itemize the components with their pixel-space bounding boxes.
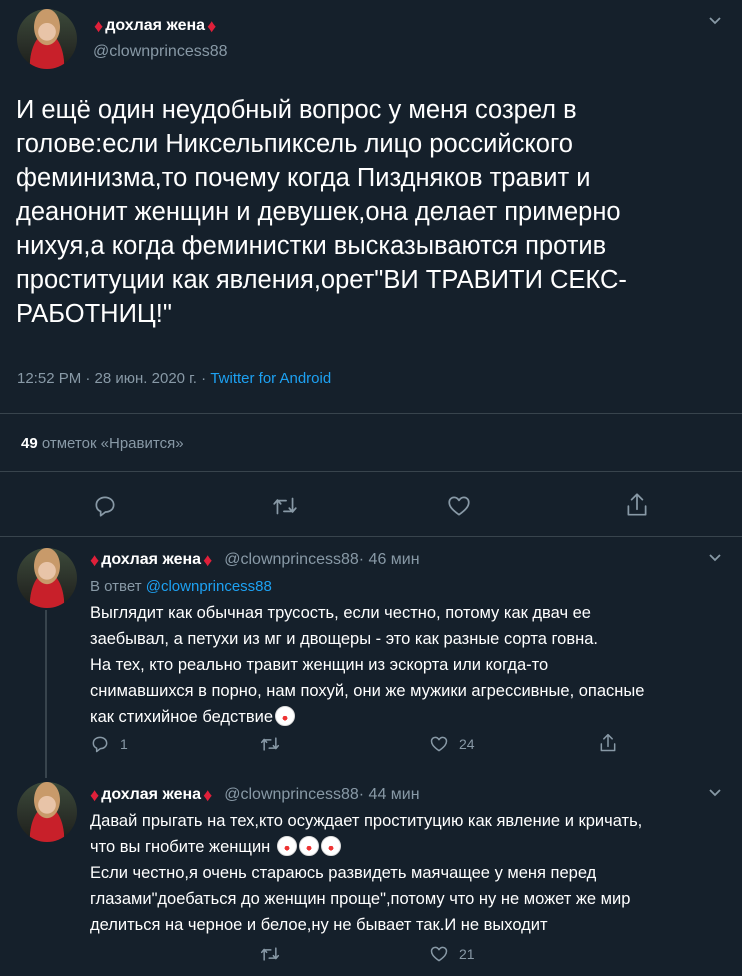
diamond-icon: ♦ [203, 550, 213, 570]
chevron-down-icon[interactable] [708, 786, 722, 803]
like-button[interactable] [446, 493, 472, 519]
retweet-icon [260, 737, 280, 751]
reply-count: 1 [120, 736, 128, 752]
share-icon [627, 493, 647, 516]
heart-icon [430, 946, 448, 962]
like-button[interactable]: 24 [429, 734, 475, 754]
reply-text: Давай прыгать на тех,кто осуждает прости… [90, 808, 730, 938]
diamond-icon: ♦ [90, 550, 100, 570]
retweet-button[interactable] [259, 734, 281, 754]
in-reply-label: В ответ [90, 578, 146, 595]
diamond-icon: ♦ [207, 16, 217, 36]
diamond-icon: ♦ [203, 785, 213, 805]
thread-line [45, 610, 47, 778]
author-name[interactable]: ♦ дохлая жена ♦ [94, 17, 216, 35]
reply-author[interactable]: ♦ дохлая жена ♦ @clownprincess88 · 46 ми… [90, 551, 420, 569]
author-handle: @clownprincess88 [224, 786, 359, 803]
chevron-down-icon[interactable] [708, 14, 722, 31]
tweet-text: И ещё один неудобный вопрос у меня созре… [16, 96, 627, 328]
avatar[interactable] [17, 782, 77, 842]
display-name: дохлая жена [101, 786, 202, 803]
tweet-meta: 12:52 PM · 28 июн. 2020 г. · Twitter for… [17, 370, 331, 387]
reply-time: · 46 мин [358, 551, 420, 568]
heart-icon [448, 496, 470, 516]
likes-summary[interactable]: 49 отметок «Нравится» [21, 435, 184, 452]
reply-button[interactable]: 1 [90, 734, 128, 754]
reply-text-content: Выглядит как обычная трусость, если чест… [90, 604, 645, 726]
reply-text-content: Давай прыгать на тех,кто осуждает прости… [90, 812, 643, 856]
reply-icon [95, 496, 115, 517]
likes-count: 49 [21, 435, 38, 452]
retweet-button[interactable] [259, 944, 281, 964]
reply-time: · 44 мин [358, 786, 420, 803]
display-name: дохлая жена [101, 551, 202, 568]
likes-label: отметок «Нравится» [37, 435, 184, 452]
divider [0, 413, 742, 414]
share-icon [600, 733, 616, 752]
in-reply-handle[interactable]: @clownprincess88 [146, 578, 272, 595]
clown-face-emoji [275, 706, 295, 726]
like-count: 21 [459, 946, 475, 962]
clown-face-emoji [276, 836, 297, 856]
retweet-icon [260, 947, 280, 961]
display-name: дохлая жена [105, 17, 206, 34]
reply-button[interactable] [92, 493, 118, 519]
clown-face-emoji [320, 836, 341, 856]
retweet-button[interactable] [271, 493, 299, 519]
diamond-icon: ♦ [94, 16, 104, 36]
tweet-time[interactable]: 12:52 PM · 28 июн. 2020 г. · [17, 370, 210, 387]
retweet-icon [273, 497, 297, 515]
reply-icon [92, 736, 108, 753]
share-button[interactable] [624, 491, 650, 519]
divider [0, 536, 742, 537]
reply-text: Выглядит как обычная трусость, если чест… [90, 600, 730, 730]
in-reply-to: В ответ @clownprincess88 [90, 578, 272, 595]
divider [0, 471, 742, 472]
tweet-source-link[interactable]: Twitter for Android [210, 370, 331, 387]
avatar[interactable] [17, 548, 77, 608]
reply-text-content: Если честно,я очень стараюсь развидеть м… [90, 864, 631, 934]
avatar[interactable] [17, 9, 77, 69]
reply-author[interactable]: ♦ дохлая жена ♦ @clownprincess88 · 44 ми… [90, 786, 420, 804]
diamond-icon: ♦ [90, 785, 100, 805]
chevron-down-icon[interactable] [708, 551, 722, 568]
share-button[interactable] [598, 732, 618, 754]
heart-icon [430, 736, 448, 752]
author-handle: @clownprincess88 [224, 551, 359, 568]
like-button[interactable]: 21 [429, 944, 475, 964]
clown-face-emoji [298, 836, 319, 856]
author-handle[interactable]: @clownprincess88 [93, 43, 228, 61]
like-count: 24 [459, 736, 475, 752]
